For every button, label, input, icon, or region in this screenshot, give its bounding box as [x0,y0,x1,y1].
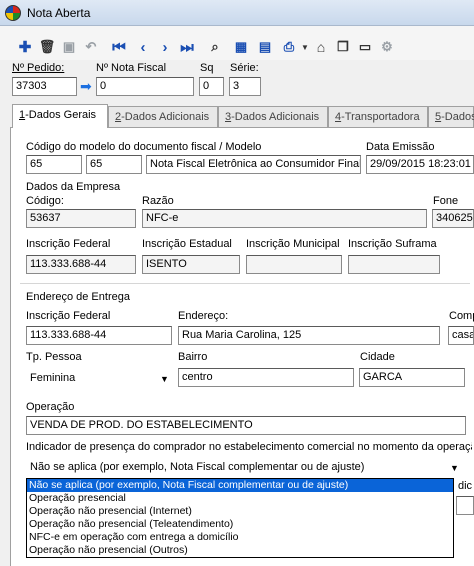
tab-dados-5[interactable]: 5-Dados [428,106,474,128]
tab-label: -Transportadora [341,111,420,123]
tab-label: -Dados Adicionais [231,111,320,123]
tab-transportadora[interactable]: 4-Transportadora [328,106,428,128]
arrow-right-icon[interactable]: ➡ [80,79,94,93]
pedido-label: Nº Pedido: [12,62,65,74]
clipped-field[interactable] [456,496,474,515]
tab-dados-gerais[interactable]: 1-Dados Gerais [12,104,108,128]
app-icon [5,5,21,21]
modelo-label: Código do modelo do documento fiscal / M… [26,141,262,153]
modelo-field[interactable]: 65 [86,155,142,174]
codigo-label: Código: [26,195,64,207]
dados-empresa-label: Dados da Empresa [26,181,121,193]
nota-fiscal-label: Nº Nota Fiscal [96,62,167,74]
data-emissao-field[interactable]: 29/09/2015 18:23:01 [366,155,474,174]
add-icon[interactable]: ✚ [16,38,34,56]
calculator-icon[interactable]: ▤ [256,38,274,56]
fone-field[interactable]: 3406253 [432,209,474,228]
operacao-label: Operação [26,401,75,413]
modelo-code-field[interactable]: 65 [26,155,82,174]
delete-icon[interactable]: 🗑 [38,38,56,56]
dropdown-option[interactable]: Operação não presencial (Internet) [27,505,453,518]
dropdown-option[interactable]: Operação presencial [27,492,453,505]
window-title: Nota Aberta [27,6,91,20]
endereco-entrega-label: Endereço de Entrega [26,291,130,303]
sq-label: Sq [200,62,214,74]
chevron-down-icon[interactable]: ▼ [450,463,459,473]
tab-label: -Dados Adicionais [121,111,210,123]
presenca-selected-value: Não se aplica (por exemplo, Nota Fiscal … [30,461,365,473]
tab-label: -Dados [441,111,474,123]
operacao-field[interactable]: VENDA DE PROD. DO ESTABELECIMENTO [26,416,466,435]
binoculars-icon[interactable]: ⌕ [206,38,224,56]
tipo-pessoa-label: Tp. Pessoa [26,351,82,363]
cidade-field[interactable]: GARCA [359,368,465,387]
presenca-label: Indicador de presença do comprador no es… [26,441,472,453]
inscricao-municipal-label: Inscrição Municipal [246,238,340,250]
data-emissao-label: Data Emissão [366,141,435,153]
sq-field[interactable]: 0 [199,77,224,96]
window-icon[interactable]: ▭ [356,38,374,56]
inscricao-suframa-label: Inscrição Suframa [348,238,437,250]
razao-label: Razão [142,195,174,207]
entrega-inscricao-federal-field[interactable]: 113.333.688-44 [26,326,172,345]
divider [20,283,470,284]
copy-icon[interactable]: ❐ [334,38,352,56]
razao-field[interactable]: NFC-e [142,209,427,228]
presenca-select[interactable]: Não se aplica (por exemplo, Nota Fiscal … [30,458,440,477]
serie-label: Série: [230,62,259,74]
dropdown-option[interactable]: Não se aplica (por exemplo, Nota Fiscal … [27,479,453,492]
bairro-label: Bairro [178,351,208,363]
clipped-label: dic [458,480,473,492]
inscricao-estadual-field[interactable]: ISENTO [142,255,240,274]
fone-label: Fone [433,195,459,207]
nota-fiscal-field[interactable]: 0 [96,77,194,96]
modelo-desc-field[interactable]: Nota Fiscal Eletrônica ao Consumidor Fin… [146,155,361,174]
first-record-icon[interactable]: ⏮ [110,38,128,56]
inscricao-federal-field[interactable]: 113.333.688-44 [26,255,136,274]
settings-icon[interactable]: ⚙ [378,38,396,56]
complemento-field[interactable]: casa [448,326,474,345]
entrega-inscricao-federal-label: Inscrição Federal [26,310,111,322]
serie-field[interactable]: 3 [229,77,261,96]
tipo-pessoa-value: Feminina [30,372,76,384]
undo-icon[interactable]: ↶ [82,38,100,56]
dropdown-option[interactable]: Operação não presencial (Teleatendimento… [27,518,453,531]
pedido-field[interactable]: 37303 [12,77,77,96]
previous-record-icon[interactable]: ‹ [134,38,152,56]
last-record-icon[interactable]: ⏭ [178,38,196,56]
inscricao-federal-label: Inscrição Federal [26,238,111,250]
inscricao-municipal-field[interactable] [246,255,342,274]
next-record-icon[interactable]: › [156,38,174,56]
save-icon[interactable]: ▣ [60,38,78,56]
tipo-pessoa-select[interactable]: Feminina [30,369,170,388]
bairro-field[interactable]: centro [178,368,354,387]
grid-icon[interactable]: ▦ [232,38,250,56]
codigo-field[interactable]: 53637 [26,209,136,228]
tab-label: -Dados Gerais [25,109,97,121]
complemento-label: Comp [449,310,474,322]
tab-dados-adicionais-2[interactable]: 2-Dados Adicionais [108,106,218,128]
tab-dados-adicionais-3[interactable]: 3-Dados Adicionais [218,106,328,128]
dropdown-option[interactable]: Operação não presencial (Outros) [27,544,453,557]
endereco-label: Endereço: [178,310,229,322]
dropdown-option[interactable]: NFC-e em operação com entrega a domicíli… [27,531,453,544]
inscricao-suframa-field[interactable] [348,255,440,274]
inscricao-estadual-label: Inscrição Estadual [142,238,232,250]
endereco-field[interactable]: Rua Maria Carolina, 125 [178,326,440,345]
chevron-down-icon[interactable]: ▼ [160,374,169,384]
home-icon[interactable]: ⌂ [312,38,330,56]
cidade-label: Cidade [360,351,395,363]
